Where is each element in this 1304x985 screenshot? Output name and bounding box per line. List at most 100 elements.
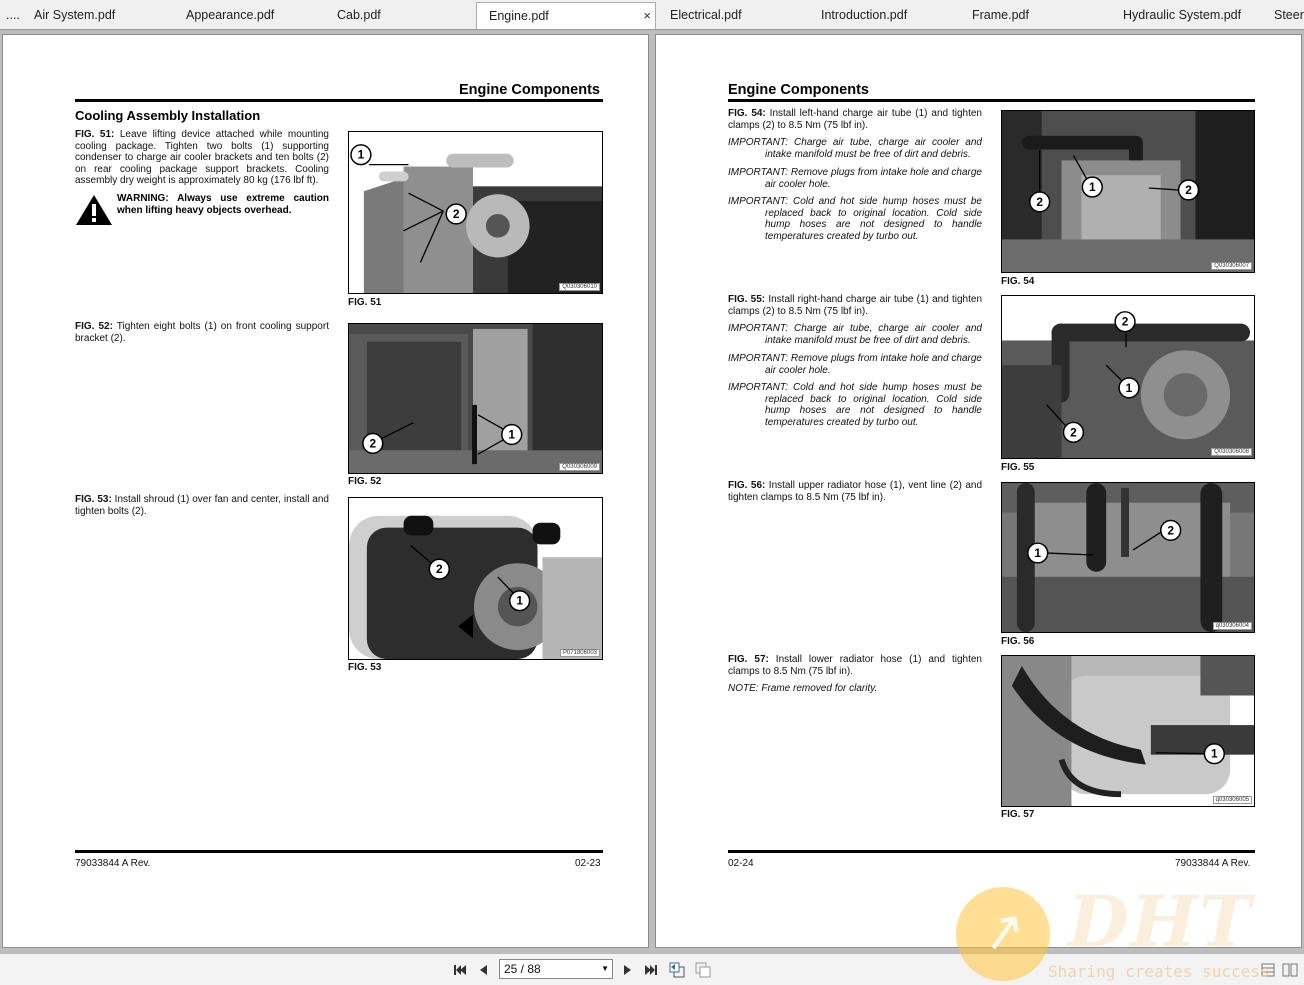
svg-text:2: 2 xyxy=(436,562,443,576)
fig-label: FIG. 52: xyxy=(75,321,113,332)
page-layout-icon[interactable] xyxy=(1260,962,1276,978)
fig-label: FIG. 51: xyxy=(75,129,115,140)
fig51-image: 1 2 Q030306010 xyxy=(348,131,603,294)
fig53-image: 2 1 P071806003 xyxy=(348,497,603,660)
tab-introduction[interactable]: Introduction.pdf xyxy=(809,2,959,29)
tab-label: Electrical.pdf xyxy=(670,8,742,22)
footer-doc-number: 79033844 A Rev. xyxy=(1175,858,1251,869)
section-title: Cooling Assembly Installation xyxy=(75,108,261,123)
fig-body: Install shroud (1) over fan and center, … xyxy=(75,494,329,517)
svg-text:1: 1 xyxy=(1089,180,1096,194)
footer-page-number: 02-23 xyxy=(575,858,601,869)
svg-text:1: 1 xyxy=(1034,546,1041,560)
fig54-important-2: IMPORTANT: Remove plugs from intake hole… xyxy=(728,167,982,190)
page-header: Engine Components xyxy=(459,82,600,98)
tab-label: Frame.pdf xyxy=(972,8,1029,22)
fig54-important-1: IMPORTANT: Charge air tube, charge air c… xyxy=(728,137,982,160)
fig-label: FIG. 56: xyxy=(728,480,766,491)
fig54-text: FIG. 54: Install left-hand charge air tu… xyxy=(728,108,982,131)
fig-label: FIG. 53: xyxy=(75,494,112,505)
fig57-note: NOTE: Frame removed for clarity. xyxy=(728,683,878,694)
tab-steer[interactable]: Steer xyxy=(1262,2,1304,29)
fig-body: Leave lifting device attached while moun… xyxy=(75,129,329,187)
tab-bar: .... Air System.pdf Appearance.pdf Cab.p… xyxy=(0,0,1304,30)
fig55-caption: FIG. 55 xyxy=(1001,462,1035,473)
previous-page-icon[interactable] xyxy=(476,962,492,978)
tab-cab[interactable]: Cab.pdf xyxy=(325,2,475,29)
tab-engine[interactable]: Engine.pdf × xyxy=(476,2,656,29)
figure-code: q030306005 xyxy=(1212,796,1252,804)
svg-text:1: 1 xyxy=(508,427,515,441)
svg-text:1: 1 xyxy=(1126,381,1133,395)
svg-text:2: 2 xyxy=(453,207,460,221)
page-left: Engine Components Cooling Assembly Insta… xyxy=(2,34,649,948)
svg-text:1: 1 xyxy=(358,148,365,162)
tab-air-system[interactable]: Air System.pdf xyxy=(22,2,172,29)
tab-label: Introduction.pdf xyxy=(821,8,908,22)
fig56-caption: FIG. 56 xyxy=(1001,636,1035,647)
fig56-text: FIG. 56: Install upper radiator hose (1)… xyxy=(728,480,982,503)
fig-body: Install upper radiator hose (1), vent li… xyxy=(728,480,982,503)
fig52-text: FIG. 52: Tighten eight bolts (1) on fron… xyxy=(75,321,329,344)
fig57-image: 1 q030306005 xyxy=(1001,655,1255,807)
chevron-down-icon[interactable]: ▼ xyxy=(601,960,609,978)
fig54-caption: FIG. 54 xyxy=(1001,276,1035,287)
svg-text:2: 2 xyxy=(369,436,376,450)
tab-label: Steer xyxy=(1274,8,1304,22)
warning-text: WARNING: Always use extreme caution when… xyxy=(117,193,329,216)
warning-icon xyxy=(76,195,112,225)
fig-body: Install right-hand charge air tube (1) a… xyxy=(728,294,983,317)
fig55-important-1: IMPORTANT: Charge air tube, charge air c… xyxy=(728,323,982,346)
page-header: Engine Components xyxy=(728,82,869,98)
last-page-icon[interactable] xyxy=(643,962,659,978)
document-viewer[interactable]: Engine Components Cooling Assembly Insta… xyxy=(0,31,1304,953)
fig51-caption: FIG. 51 xyxy=(348,297,382,308)
svg-text:2: 2 xyxy=(1167,523,1174,537)
fig55-image: 2 1 2 Q030306008 xyxy=(1001,295,1255,459)
fig54-image: 1 2 2 Q030306007 xyxy=(1001,110,1255,273)
figure-code: Q030306007 xyxy=(1211,262,1252,270)
next-view-icon[interactable] xyxy=(695,962,711,978)
fig54-important-3: IMPORTANT: Cold and hot side hump hoses … xyxy=(728,196,982,242)
tab-label: Cab.pdf xyxy=(337,8,381,22)
tab-label: Appearance.pdf xyxy=(186,8,275,22)
fig53-text: FIG. 53: Install shroud (1) over fan and… xyxy=(75,494,329,517)
fig56-image: 1 2 q030306004 xyxy=(1001,482,1255,633)
tab-label: Engine.pdf xyxy=(489,9,549,23)
fig55-important-2: IMPORTANT: Remove plugs from intake hole… xyxy=(728,353,982,376)
footer-rule xyxy=(75,850,603,853)
figure-code: P071806003 xyxy=(559,649,600,657)
footer-doc-number: 79033844 A Rev. xyxy=(75,858,151,869)
figure-code: Q030306008 xyxy=(1211,448,1252,456)
tab-hydraulic-system[interactable]: Hydraulic System.pdf xyxy=(1111,2,1261,29)
page-number-input[interactable]: 25 / 88 ▼ xyxy=(499,959,613,979)
tab-frame[interactable]: Frame.pdf xyxy=(960,2,1110,29)
fig52-image: 1 2 Q030306009 xyxy=(348,323,603,474)
header-rule xyxy=(75,99,603,102)
fig57-caption: FIG. 57 xyxy=(1001,809,1035,820)
fig57-text: FIG. 57: Install lower radiator hose (1)… xyxy=(728,654,982,677)
fig-label: FIG. 55: xyxy=(728,294,766,305)
svg-text:2: 2 xyxy=(1185,183,1192,197)
navigation-toolbar: 25 / 88 ▼ xyxy=(0,953,1304,985)
fig-label: FIG. 57: xyxy=(728,654,769,665)
fig52-caption: FIG. 52 xyxy=(348,476,382,487)
close-tab-icon[interactable]: × xyxy=(643,3,651,29)
tab-electrical[interactable]: Electrical.pdf xyxy=(658,2,808,29)
fig55-important-3: IMPORTANT: Cold and hot side hump hoses … xyxy=(728,382,982,428)
figure-code: q030306004 xyxy=(1212,622,1252,630)
first-page-icon[interactable] xyxy=(452,962,468,978)
two-page-view-icon[interactable] xyxy=(1282,962,1298,978)
previous-view-icon[interactable] xyxy=(669,962,685,978)
footer-rule xyxy=(728,850,1255,853)
next-page-icon[interactable] xyxy=(619,962,635,978)
header-rule xyxy=(728,99,1255,102)
tab-appearance[interactable]: Appearance.pdf xyxy=(174,2,324,29)
figure-code: Q030306010 xyxy=(559,283,600,291)
fig-body: Tighten eight bolts (1) on front cooling… xyxy=(75,321,329,344)
svg-text:2: 2 xyxy=(1122,315,1129,329)
svg-text:2: 2 xyxy=(1070,425,1077,439)
tab-label: Hydraulic System.pdf xyxy=(1123,8,1242,22)
tab-overflow[interactable]: .... xyxy=(0,2,20,29)
svg-text:1: 1 xyxy=(516,594,523,608)
